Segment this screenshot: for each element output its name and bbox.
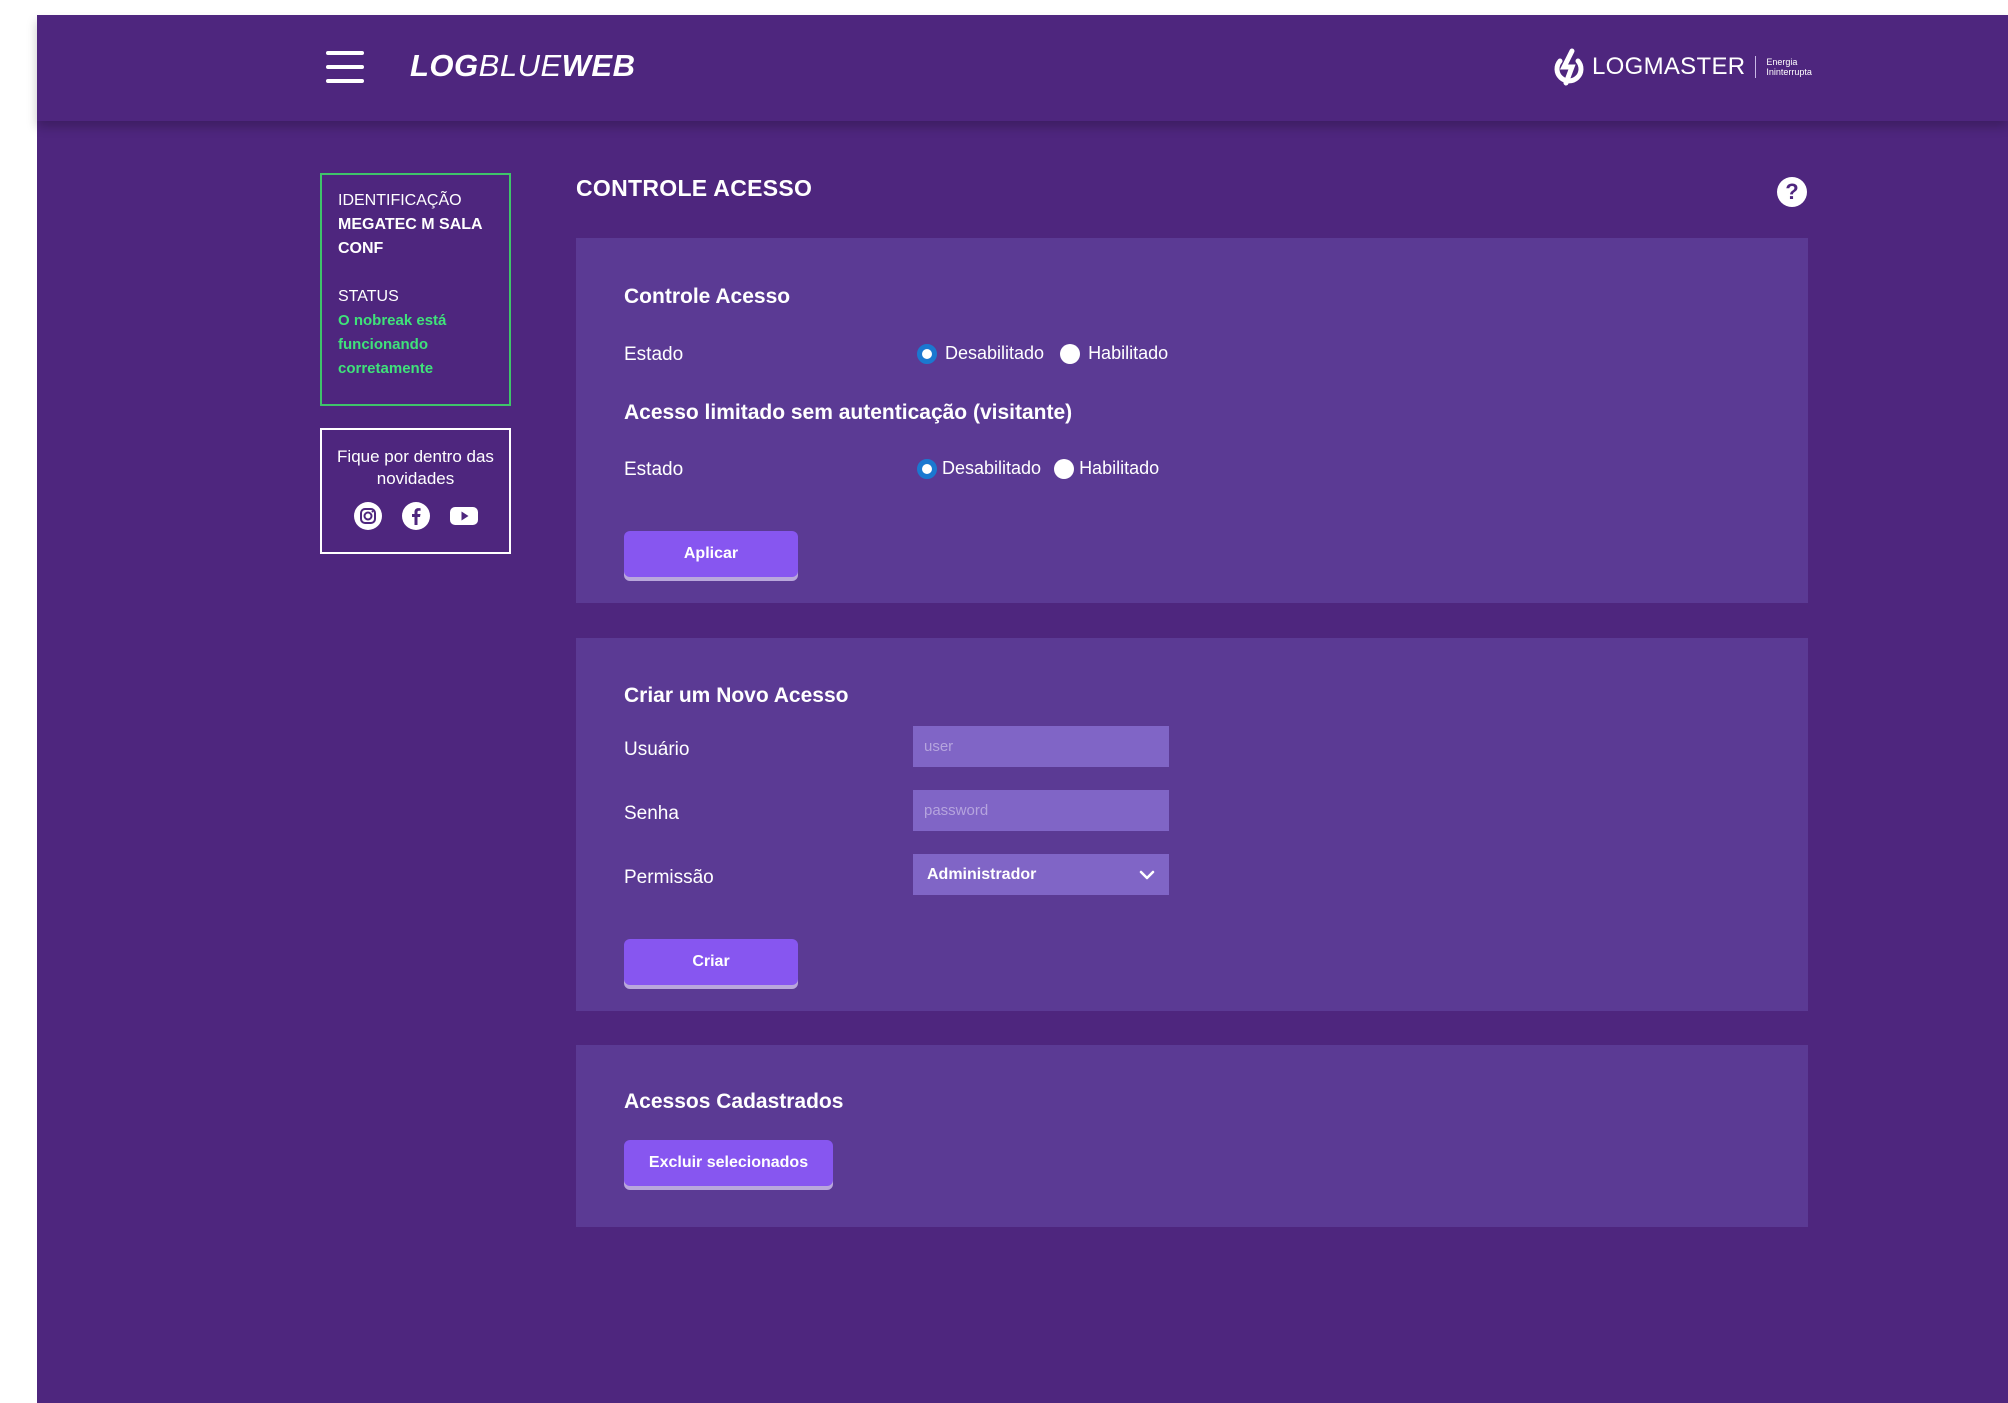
top-bar: LOGBLUEWEB LOGMASTER Energia Ininterrupt… bbox=[37, 15, 2008, 121]
page-title: CONTROLE ACESSO bbox=[576, 175, 813, 201]
limited-state-radio-group: Desabilitado Habilitado bbox=[917, 458, 1167, 479]
partner-name: LOGMASTER bbox=[1592, 53, 1746, 80]
password-label: Senha bbox=[624, 803, 679, 824]
social-links bbox=[322, 502, 509, 530]
access-control-panel: Controle Acesso Estado Desabilitado Habi… bbox=[576, 238, 1808, 603]
status-label: STATUS bbox=[338, 288, 399, 305]
user-input[interactable] bbox=[913, 726, 1169, 767]
app-window: LOGBLUEWEB LOGMASTER Energia Ininterrupt… bbox=[37, 15, 2008, 1403]
help-icon[interactable]: ? bbox=[1777, 177, 1807, 207]
registered-title: Acessos Cadastrados bbox=[624, 1090, 844, 1113]
logmaster-mark-icon bbox=[1554, 48, 1584, 86]
limited-state-label: Estado bbox=[624, 459, 684, 480]
limited-disabled-radio[interactable] bbox=[917, 458, 937, 479]
delete-selected-button[interactable]: Excluir selecionados bbox=[624, 1140, 833, 1186]
password-input[interactable] bbox=[913, 790, 1169, 831]
brand-logo[interactable]: LOGBLUEWEB bbox=[410, 48, 635, 84]
user-label: Usuário bbox=[624, 739, 690, 760]
facebook-icon[interactable] bbox=[401, 502, 430, 530]
access-disabled-label: Desabilitado bbox=[945, 343, 1045, 363]
registered-access-panel: Acessos Cadastrados Excluir selecionados bbox=[576, 1045, 1808, 1227]
status-value: O nobreak está funcionando corretamente bbox=[338, 312, 447, 377]
access-control-title: Controle Acesso bbox=[624, 285, 791, 308]
partner-tagline: Energia Ininterrupta bbox=[1766, 57, 1812, 77]
device-info-box: IDENTIFICAÇÃO MEGATEC M SALA CONF STATUS… bbox=[320, 173, 511, 406]
access-enabled-label: Habilitado bbox=[1088, 343, 1169, 363]
new-access-title: Criar um Novo Acesso bbox=[624, 684, 849, 707]
access-disabled-radio[interactable] bbox=[917, 343, 937, 364]
permission-select[interactable]: Administrador bbox=[913, 854, 1169, 895]
permission-label: Permissão bbox=[624, 867, 714, 888]
apply-button[interactable]: Aplicar bbox=[624, 531, 798, 577]
access-state-label: Estado bbox=[624, 344, 684, 365]
chevron-down-icon bbox=[1139, 870, 1155, 879]
youtube-icon[interactable] bbox=[449, 502, 478, 530]
permission-value: Administrador bbox=[927, 865, 1037, 883]
limited-disabled-label: Desabilitado bbox=[942, 458, 1042, 478]
menu-icon[interactable] bbox=[326, 51, 364, 83]
create-button[interactable]: Criar bbox=[624, 939, 798, 985]
new-access-panel: Criar um Novo Acesso Usuário Senha Permi… bbox=[576, 638, 1808, 1011]
access-enabled-radio[interactable] bbox=[1060, 343, 1081, 364]
id-label: IDENTIFICAÇÃO bbox=[338, 192, 462, 209]
limited-access-title: Acesso limitado sem autenticação (visita… bbox=[624, 401, 1073, 424]
partner-divider bbox=[1755, 56, 1757, 78]
id-value: MEGATEC M SALA CONF bbox=[338, 216, 482, 257]
partner-logo: LOGMASTER Energia Ininterrupta bbox=[1552, 45, 1832, 89]
access-state-radio-group: Desabilitado Habilitado bbox=[917, 343, 1176, 364]
instagram-icon[interactable] bbox=[353, 502, 382, 530]
social-box: Fique por dentro das novidades bbox=[320, 428, 511, 554]
limited-enabled-radio[interactable] bbox=[1054, 458, 1075, 479]
limited-enabled-label: Habilitado bbox=[1079, 458, 1160, 478]
news-text: Fique por dentro das novidades bbox=[337, 447, 494, 488]
